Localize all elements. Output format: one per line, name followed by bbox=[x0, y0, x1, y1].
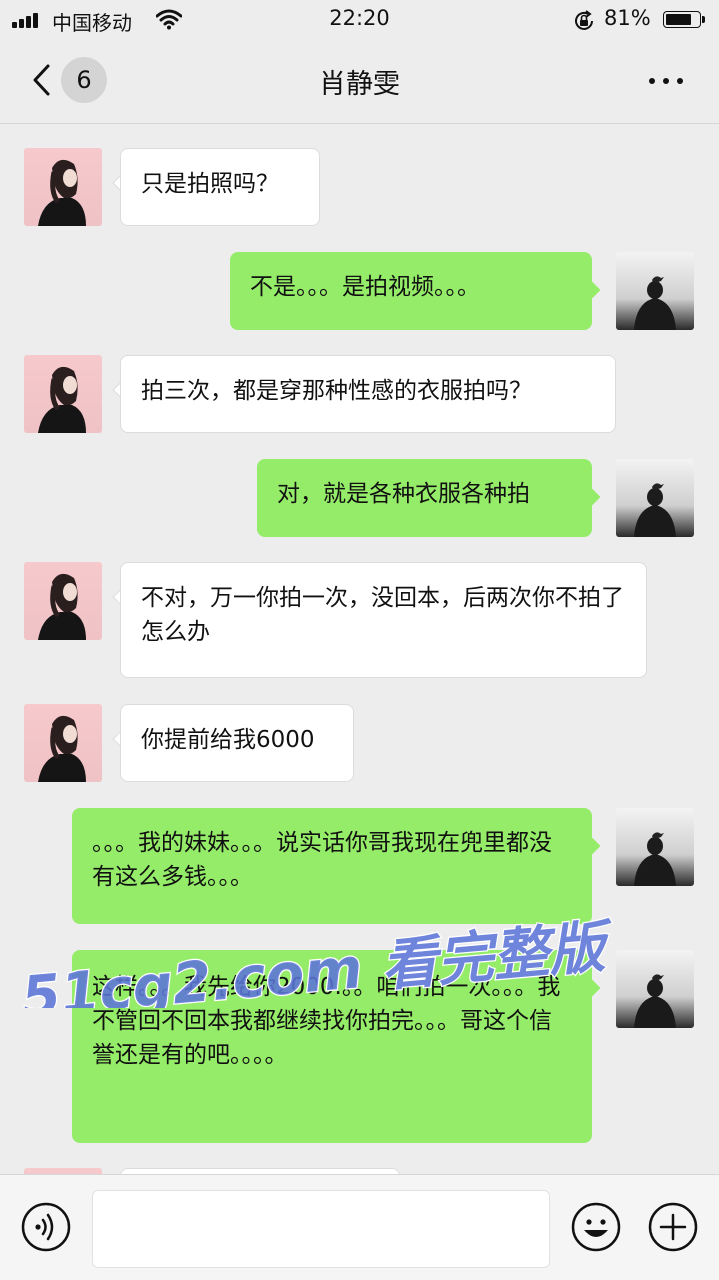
contact-avatar[interactable] bbox=[24, 704, 102, 782]
my-avatar[interactable] bbox=[616, 459, 694, 537]
emoji-icon[interactable] bbox=[571, 1202, 621, 1252]
incoming-message[interactable]: 只是拍照吗？ bbox=[120, 148, 320, 226]
status-bar: 中国移动 22:20 81% bbox=[0, 0, 719, 40]
message-list[interactable]: 只是拍照吗？ 不是。。。是拍视频。。。 拍三次，都是穿那种性感的衣服拍吗？ 对，… bbox=[0, 124, 719, 1174]
my-avatar[interactable] bbox=[616, 950, 694, 1028]
message-text: 对，就是各种衣服各种拍 bbox=[277, 481, 530, 507]
contact-avatar[interactable] bbox=[24, 148, 102, 226]
message-text: 不是。。。是拍视频。。。 bbox=[250, 274, 480, 300]
outgoing-message[interactable]: 对，就是各种衣服各种拍 bbox=[257, 459, 592, 537]
chat-header: 6 肖静雯 bbox=[0, 40, 719, 124]
message-input[interactable] bbox=[92, 1190, 550, 1268]
input-bar bbox=[0, 1174, 719, 1280]
my-avatar[interactable] bbox=[616, 252, 694, 330]
add-icon[interactable] bbox=[648, 1202, 698, 1252]
outgoing-message[interactable]: 不是。。。是拍视频。。。 bbox=[230, 252, 592, 330]
message-text: 你提前给我6000 bbox=[141, 727, 315, 753]
battery-tip bbox=[702, 16, 705, 23]
message-text: 拍三次，都是穿那种性感的衣服拍吗？ bbox=[141, 378, 532, 404]
my-avatar[interactable] bbox=[616, 808, 694, 886]
battery-icon bbox=[663, 11, 701, 28]
incoming-message[interactable]: 拍三次，都是穿那种性感的衣服拍吗？ bbox=[120, 355, 616, 433]
incoming-message[interactable]: 你提前给我6000 bbox=[120, 704, 354, 782]
battery-percent: 81% bbox=[604, 6, 651, 30]
incoming-message[interactable]: 不对，万一你拍一次，没回本，后两次你不拍了怎么办 bbox=[120, 562, 647, 678]
message-text: 只是拍照吗？ bbox=[141, 171, 279, 197]
contact-avatar[interactable] bbox=[24, 355, 102, 433]
more-options-icon[interactable] bbox=[645, 74, 687, 88]
voice-icon[interactable] bbox=[21, 1202, 71, 1252]
outgoing-message[interactable]: 。。。我的妹妹。。。说实话你哥我现在兜里都没有这么多钱。。。 bbox=[72, 808, 592, 924]
chat-title: 肖静雯 bbox=[319, 69, 400, 100]
message-text: 这样。。。我先给你2000.。。咱们拍一次。。。我不管回不回本我都继续找你拍完。… bbox=[92, 974, 561, 1068]
contact-avatar[interactable] bbox=[24, 562, 102, 640]
rotation-lock-icon bbox=[575, 10, 593, 30]
message-text: 。。。我的妹妹。。。说实话你哥我现在兜里都没有这么多钱。。。 bbox=[92, 830, 552, 890]
message-text: 不对，万一你拍一次，没回本，后两次你不拍了怎么办 bbox=[141, 585, 624, 645]
outgoing-message[interactable]: 这样。。。我先给你2000.。。咱们拍一次。。。我不管回不回本我都继续找你拍完。… bbox=[72, 950, 592, 1143]
